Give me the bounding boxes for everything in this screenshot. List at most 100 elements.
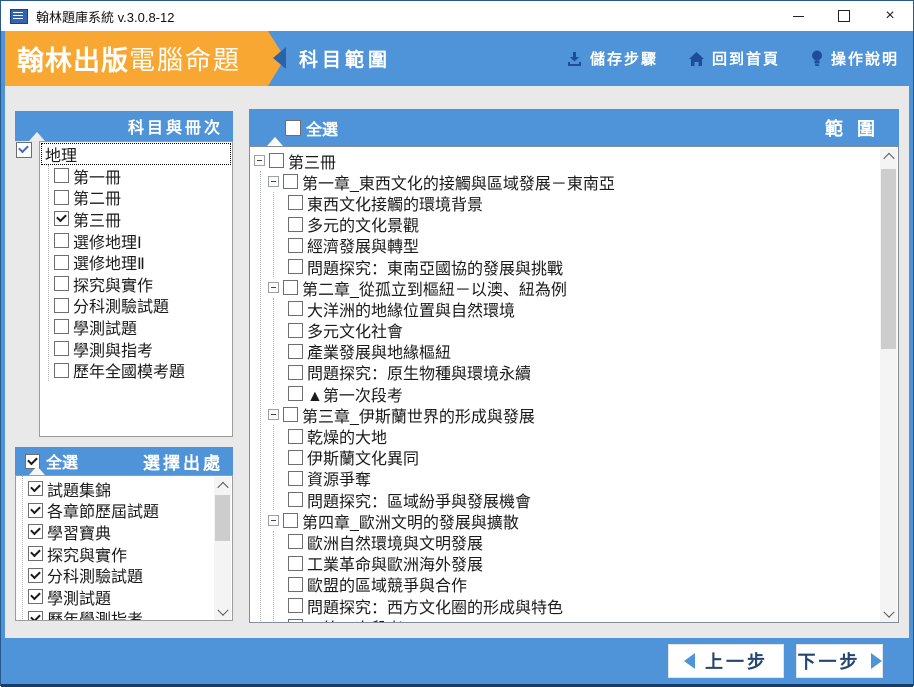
- checkbox[interactable]: [54, 276, 69, 291]
- tree-section-item[interactable]: 多元的文化景觀: [274, 214, 874, 235]
- collapse-expander-icon[interactable]: [268, 409, 279, 420]
- checkbox[interactable]: [288, 238, 303, 253]
- volume-item[interactable]: 選修地理Ⅰ: [49, 230, 232, 252]
- checkbox[interactable]: [28, 589, 43, 604]
- checkbox[interactable]: [288, 471, 303, 486]
- back-home-button[interactable]: 回到首頁: [688, 48, 780, 69]
- tree-section-item[interactable]: 問題探究：東南亞國協的發展與挑戰: [274, 256, 874, 277]
- checkbox[interactable]: [288, 386, 303, 401]
- checkbox[interactable]: [288, 259, 303, 274]
- tree-section-item[interactable]: 問題探究：西方文化圈的形成與特色: [274, 595, 874, 616]
- checkbox[interactable]: [288, 323, 303, 338]
- checkbox[interactable]: [288, 429, 303, 444]
- checkbox[interactable]: [283, 280, 298, 295]
- tree-chapter-item[interactable]: 第四章_歐洲文明的發展與擴散: [261, 510, 874, 531]
- maximize-button[interactable]: [821, 1, 867, 31]
- tree-section-item[interactable]: 問題探究：原生物種與環境永續: [274, 362, 874, 383]
- source-scrollbar[interactable]: [214, 477, 231, 621]
- checkbox[interactable]: [288, 619, 303, 623]
- tree-section-item[interactable]: 歐洲自然環境與文明發展: [274, 531, 874, 552]
- volume-item[interactable]: 學測試題: [49, 316, 232, 338]
- checkbox[interactable]: [54, 211, 69, 226]
- source-item[interactable]: 學測試題: [23, 586, 203, 608]
- checkbox[interactable]: [288, 450, 303, 465]
- checkbox[interactable]: [288, 365, 303, 380]
- volume-item[interactable]: 歷年全國模考題: [49, 359, 232, 381]
- checkbox[interactable]: [54, 341, 69, 356]
- checkbox[interactable]: [28, 611, 43, 621]
- scope-scrollbar[interactable]: [880, 148, 897, 623]
- checkbox[interactable]: [283, 174, 298, 189]
- checkbox[interactable]: [288, 344, 303, 359]
- tree-section-item[interactable]: 伊斯蘭文化異同: [274, 447, 874, 468]
- checkbox[interactable]: [54, 255, 69, 270]
- checkbox[interactable]: [288, 492, 303, 507]
- checkbox[interactable]: [288, 534, 303, 549]
- collapse-expander-icon[interactable]: [268, 282, 279, 293]
- prev-step-button[interactable]: 上一步: [668, 644, 784, 678]
- minimize-button[interactable]: [775, 1, 821, 31]
- collapse-expander-icon[interactable]: [254, 155, 265, 166]
- checkbox[interactable]: [28, 524, 43, 539]
- checkbox[interactable]: [54, 168, 69, 183]
- checkbox[interactable]: [288, 217, 303, 232]
- checkbox[interactable]: [28, 546, 43, 561]
- tree-section-item[interactable]: 大洋洲的地緣位置與自然環境: [274, 298, 874, 319]
- checkbox[interactable]: [54, 190, 69, 205]
- checkbox[interactable]: [28, 481, 43, 496]
- volume-item[interactable]: 分科測驗試題: [49, 295, 232, 317]
- volume-item[interactable]: 探究與實作: [49, 273, 232, 295]
- source-select-all-label[interactable]: 全選: [46, 449, 78, 473]
- scope-select-all[interactable]: 全選: [285, 116, 338, 140]
- scope-scroll-up-button[interactable]: [880, 148, 897, 165]
- tree-section-item[interactable]: 經濟發展與轉型: [274, 235, 874, 256]
- tree-chapter-item[interactable]: 第三章_伊斯蘭世界的形成與發展: [261, 404, 874, 425]
- source-item[interactable]: 試題集錦: [23, 478, 203, 500]
- collapse-expander-icon[interactable]: [268, 515, 279, 526]
- checkbox[interactable]: [288, 598, 303, 613]
- source-scroll-down-button[interactable]: [214, 604, 231, 621]
- volume-item[interactable]: 選修地理Ⅱ: [49, 251, 232, 273]
- checkbox[interactable]: [288, 301, 303, 316]
- source-item[interactable]: 各章節歷屆試題: [23, 500, 203, 522]
- checkbox[interactable]: [54, 363, 69, 378]
- checkbox[interactable]: [54, 298, 69, 313]
- volume-item[interactable]: 第一冊: [49, 165, 232, 187]
- scope-scroll-thumb[interactable]: [881, 169, 896, 349]
- volume-item[interactable]: 學測與指考: [49, 338, 232, 360]
- tree-section-item[interactable]: 產業發展與地緣樞紐: [274, 341, 874, 362]
- tree-chapter-item[interactable]: 第二章_從孤立到樞紐－以澳、紐為例: [261, 277, 874, 298]
- checkbox[interactable]: [54, 319, 69, 334]
- checkbox[interactable]: [28, 503, 43, 518]
- checkbox[interactable]: [54, 233, 69, 248]
- source-item[interactable]: 分科測驗試題: [23, 564, 203, 586]
- collapse-expander-icon[interactable]: [268, 176, 279, 187]
- source-item[interactable]: 探究與實作: [23, 543, 203, 565]
- subject-checkbox[interactable]: [16, 142, 32, 158]
- checkbox[interactable]: [288, 556, 303, 571]
- checkbox[interactable]: [28, 568, 43, 583]
- tree-section-item[interactable]: 資源爭奪: [274, 468, 874, 489]
- tree-section-item[interactable]: ▲第二次段考: [274, 616, 874, 623]
- tree-section-item[interactable]: 乾燥的大地: [274, 425, 874, 446]
- scope-scroll-down-button[interactable]: [880, 606, 897, 623]
- tree-section-item[interactable]: 工業革命與歐洲海外發展: [274, 553, 874, 574]
- save-steps-button[interactable]: 儲存步驟: [566, 48, 658, 69]
- tree-root-item[interactable]: 第三冊: [254, 150, 874, 171]
- volume-item[interactable]: 第二冊: [49, 187, 232, 209]
- source-item[interactable]: 歷年學測指考: [23, 608, 203, 621]
- subject-root-item[interactable]: 地理: [41, 143, 231, 165]
- checkbox[interactable]: [288, 577, 303, 592]
- checkbox[interactable]: [283, 513, 298, 528]
- checkbox[interactable]: [283, 407, 298, 422]
- tree-section-item[interactable]: 問題探究：區域紛爭與發展機會: [274, 489, 874, 510]
- checkbox[interactable]: [269, 153, 284, 168]
- tree-chapter-item[interactable]: 第一章_東西文化的接觸與區域發展－東南亞: [261, 171, 874, 192]
- source-scroll-thumb[interactable]: [215, 495, 230, 541]
- help-button[interactable]: 操作說明: [810, 48, 899, 69]
- source-scroll-up-button[interactable]: [214, 477, 231, 494]
- scope-select-all-checkbox[interactable]: [285, 120, 301, 136]
- source-item[interactable]: 學習寶典: [23, 521, 203, 543]
- volume-item[interactable]: 第三冊: [49, 208, 232, 230]
- checkbox[interactable]: [288, 195, 303, 210]
